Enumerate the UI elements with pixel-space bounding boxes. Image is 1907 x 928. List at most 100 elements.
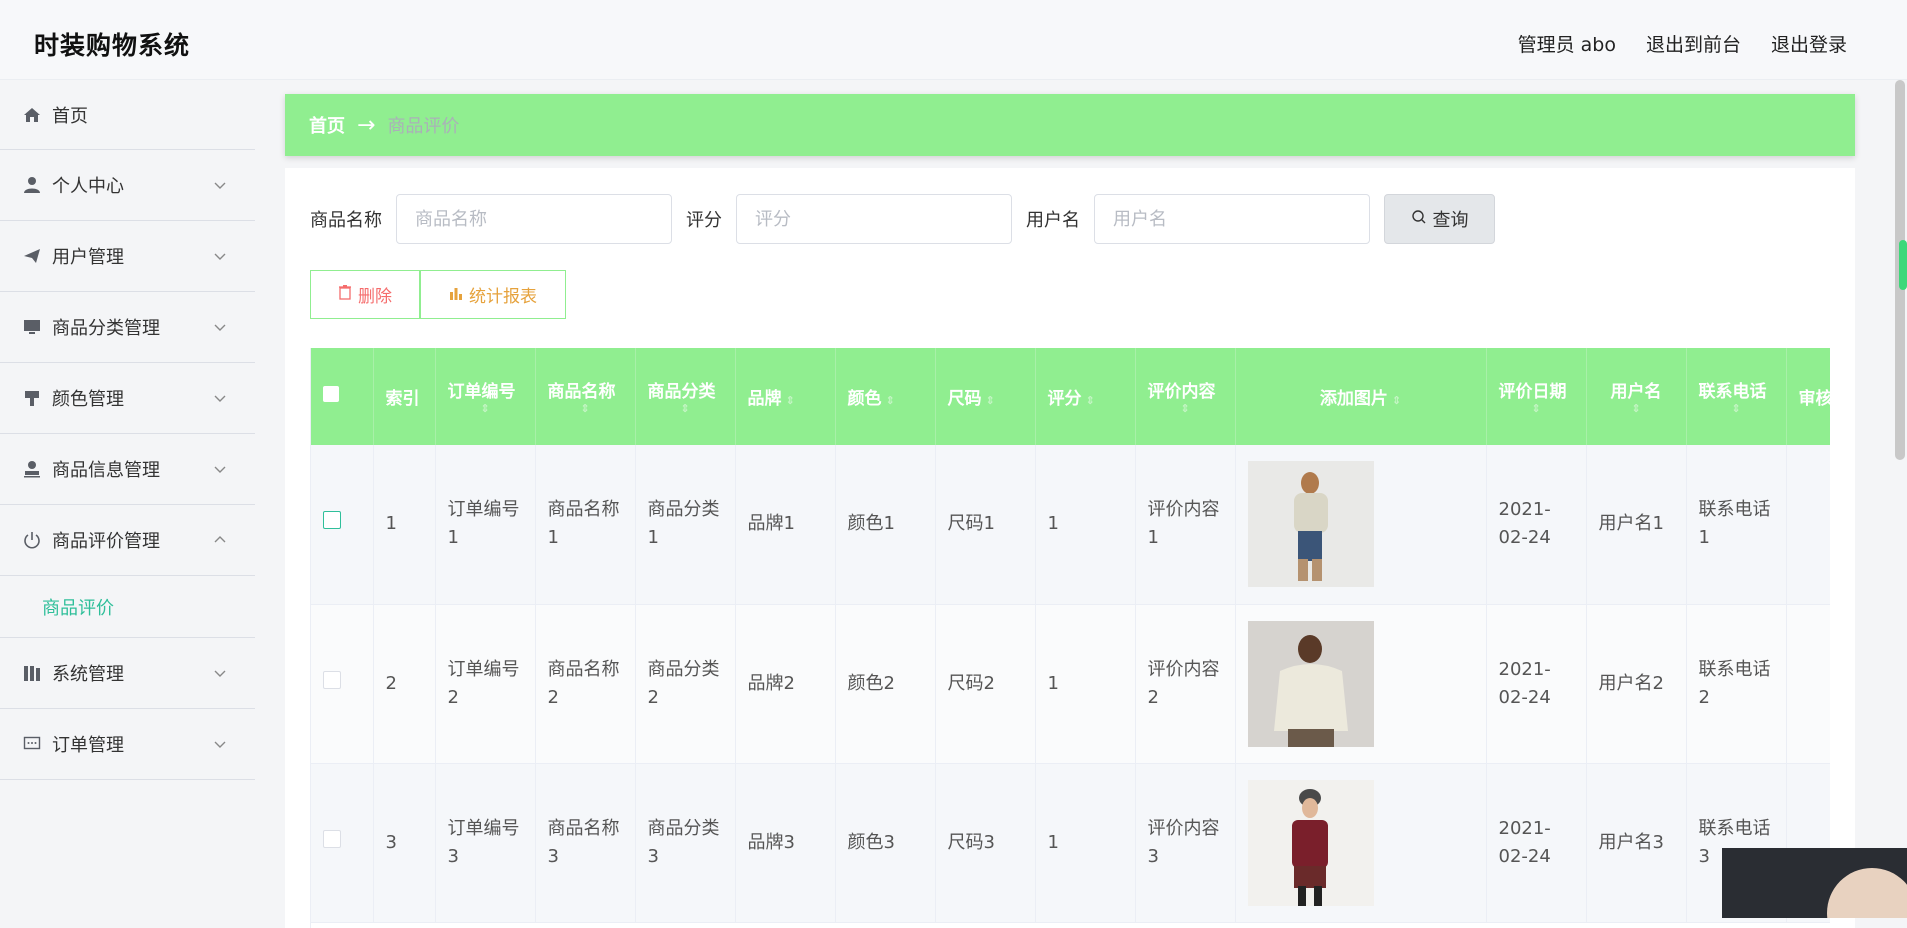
table-row[interactable]: 2 订单编号2 商品名称2 商品分类2 品牌2 颜色2 尺码2 1 评价内容2 [311, 604, 1830, 764]
power-icon [22, 530, 42, 550]
sidebar-item-label: 颜色管理 [52, 389, 124, 410]
floating-video-widget[interactable] [1722, 848, 1907, 918]
row-checkbox[interactable] [323, 670, 341, 689]
cell-brand: 品牌1 [735, 445, 836, 605]
row-select-cell[interactable] [311, 763, 374, 923]
cell-image [1235, 445, 1487, 605]
sidebar-item-home[interactable]: 首页 [0, 80, 255, 150]
column-header[interactable]: 品牌 ⇕ [735, 348, 836, 445]
delete-button[interactable]: 删除 [310, 270, 420, 319]
column-header[interactable]: 商品分类 ⇕ [635, 348, 736, 445]
column-header[interactable]: 添加图片 ⇕ [1235, 348, 1487, 445]
product-image[interactable] [1247, 779, 1374, 906]
row-checkbox[interactable] [323, 829, 341, 848]
cell-user: 用户名1 [1586, 445, 1687, 605]
column-header[interactable]: 尺码 ⇕ [935, 348, 1036, 445]
row-checkbox[interactable] [323, 511, 341, 530]
sidebar-item-orders[interactable]: 订单管理 [0, 709, 255, 780]
user-icon [22, 175, 42, 195]
sidebar-item-product-info[interactable]: 商品信息管理 [0, 434, 255, 505]
table-row[interactable]: 1 订单编号1 商品名称1 商品分类1 品牌1 颜色1 尺码1 1 评价内容1 [311, 445, 1830, 605]
column-header[interactable]: 联系电话 ⇕ [1686, 348, 1787, 445]
sidebar-item-system[interactable]: 系统管理 [0, 638, 255, 709]
sort-icon[interactable]: ⇕ [1599, 402, 1674, 416]
sidebar-item-personal[interactable]: 个人中心 [0, 150, 255, 221]
search-icon [1411, 209, 1427, 230]
chevron-down-icon [213, 460, 229, 476]
column-header[interactable]: 颜色 ⇕ [835, 348, 936, 445]
sidebar-item-users[interactable]: 用户管理 [0, 221, 255, 292]
column-header[interactable]: 用户名 ⇕ [1586, 348, 1687, 445]
content-panel: 商品名称 评分 用户名 查询 删除 统计报表 [285, 168, 1855, 928]
username-label: 用户名 [1026, 210, 1080, 231]
row-select-cell[interactable] [311, 445, 374, 605]
cell-product: 商品名称3 [535, 763, 636, 923]
bar-chart-icon [449, 285, 463, 305]
sort-icon[interactable]: ⇕ [1499, 402, 1574, 416]
breadcrumb-home[interactable]: 首页 [309, 112, 345, 138]
paper-plane-icon [22, 246, 42, 266]
cell-audit [1786, 445, 1830, 605]
sidebar-item-label: 商品信息管理 [52, 460, 160, 481]
reviews-table: 索引 订单编号 ⇕ 商品名称 ⇕ 商品分类 ⇕ 品牌 ⇕ 颜色 ⇕ 尺码 ⇕ 评分 ⇕ 评价内… [310, 348, 1830, 928]
query-button-label: 查询 [1432, 210, 1469, 231]
column-header[interactable]: 评分 ⇕ [1035, 348, 1136, 445]
sidebar-item-label: 系统管理 [52, 664, 124, 685]
product-image[interactable] [1247, 620, 1374, 747]
column-header: 索引 [373, 348, 436, 445]
sidebar-item-reviews[interactable]: 商品评价管理 [0, 505, 255, 576]
chevron-down-icon [213, 735, 229, 751]
cell-phone: 联系电话1 [1686, 445, 1787, 605]
column-header[interactable]: 评价日期 ⇕ [1486, 348, 1587, 445]
sort-icon[interactable]: ⇕ [648, 402, 723, 416]
sidebar-item-label: 首页 [52, 105, 88, 127]
row-select-cell[interactable] [311, 604, 374, 764]
sort-icon[interactable]: ⇕ [1148, 402, 1223, 416]
sidebar-subitem-reviews[interactable]: 商品评价 [0, 576, 255, 638]
select-all-header[interactable] [311, 348, 374, 445]
brush-icon [22, 388, 42, 408]
column-header[interactable]: 订单编号 ⇕ [435, 348, 536, 445]
exit-to-front-link[interactable]: 退出到前台 [1646, 30, 1741, 57]
rating-input[interactable] [736, 194, 1012, 244]
top-right-links: 管理员 abo 退出到前台 退出登录 [1518, 30, 1847, 57]
table-row[interactable]: 3 订单编号3 商品名称3 商品分类3 品牌3 颜色3 尺码3 1 评价内容3 [311, 763, 1830, 923]
top-bar: 时装购物系统 管理员 abo 退出到前台 退出登录 [0, 0, 1907, 80]
sidebar-item-label: 用户管理 [52, 247, 124, 268]
cell-content: 评价内容2 [1135, 604, 1236, 764]
logout-link[interactable]: 退出登录 [1771, 30, 1847, 57]
column-header[interactable]: 商品名称 ⇕ [535, 348, 636, 445]
sort-icon[interactable]: ⇕ [986, 394, 995, 407]
query-button[interactable]: 查询 [1384, 194, 1495, 244]
cell-color: 颜色3 [835, 763, 936, 923]
cell-color: 颜色2 [835, 604, 936, 764]
sort-icon[interactable]: ⇕ [1086, 394, 1095, 407]
sort-icon[interactable]: ⇕ [786, 394, 795, 407]
username-input[interactable] [1094, 194, 1370, 244]
action-bar: 删除 统计报表 [310, 270, 566, 319]
chevron-down-icon [213, 247, 229, 263]
sidebar-item-label: 个人中心 [52, 176, 124, 197]
breadcrumb-current: 商品评价 [387, 116, 460, 137]
sort-icon[interactable]: ⇕ [548, 402, 623, 416]
sort-icon[interactable]: ⇕ [1392, 394, 1401, 407]
chevron-down-icon [213, 176, 229, 192]
cell-image [1235, 604, 1487, 764]
column-header[interactable]: 评价内容 ⇕ [1135, 348, 1236, 445]
sidebar-item-category[interactable]: 商品分类管理 [0, 292, 255, 363]
sort-icon[interactable]: ⇕ [1699, 402, 1774, 416]
admin-label[interactable]: 管理员 abo [1518, 30, 1616, 57]
page-scrollbar[interactable] [1893, 80, 1907, 460]
stats-report-label: 统计报表 [469, 287, 537, 307]
cell-date: 2021-02-24 [1486, 445, 1587, 605]
cell-rating: 1 [1035, 604, 1136, 764]
sort-icon[interactable]: ⇕ [886, 394, 895, 407]
home-icon [22, 105, 42, 125]
sidebar-item-color[interactable]: 颜色管理 [0, 363, 255, 434]
sort-icon[interactable]: ⇕ [448, 402, 523, 416]
select-all-checkbox[interactable] [323, 386, 339, 402]
product-image[interactable] [1247, 461, 1374, 588]
product-name-input[interactable] [396, 194, 672, 244]
chevron-down-icon [213, 389, 229, 405]
stats-report-button[interactable]: 统计报表 [420, 270, 566, 319]
